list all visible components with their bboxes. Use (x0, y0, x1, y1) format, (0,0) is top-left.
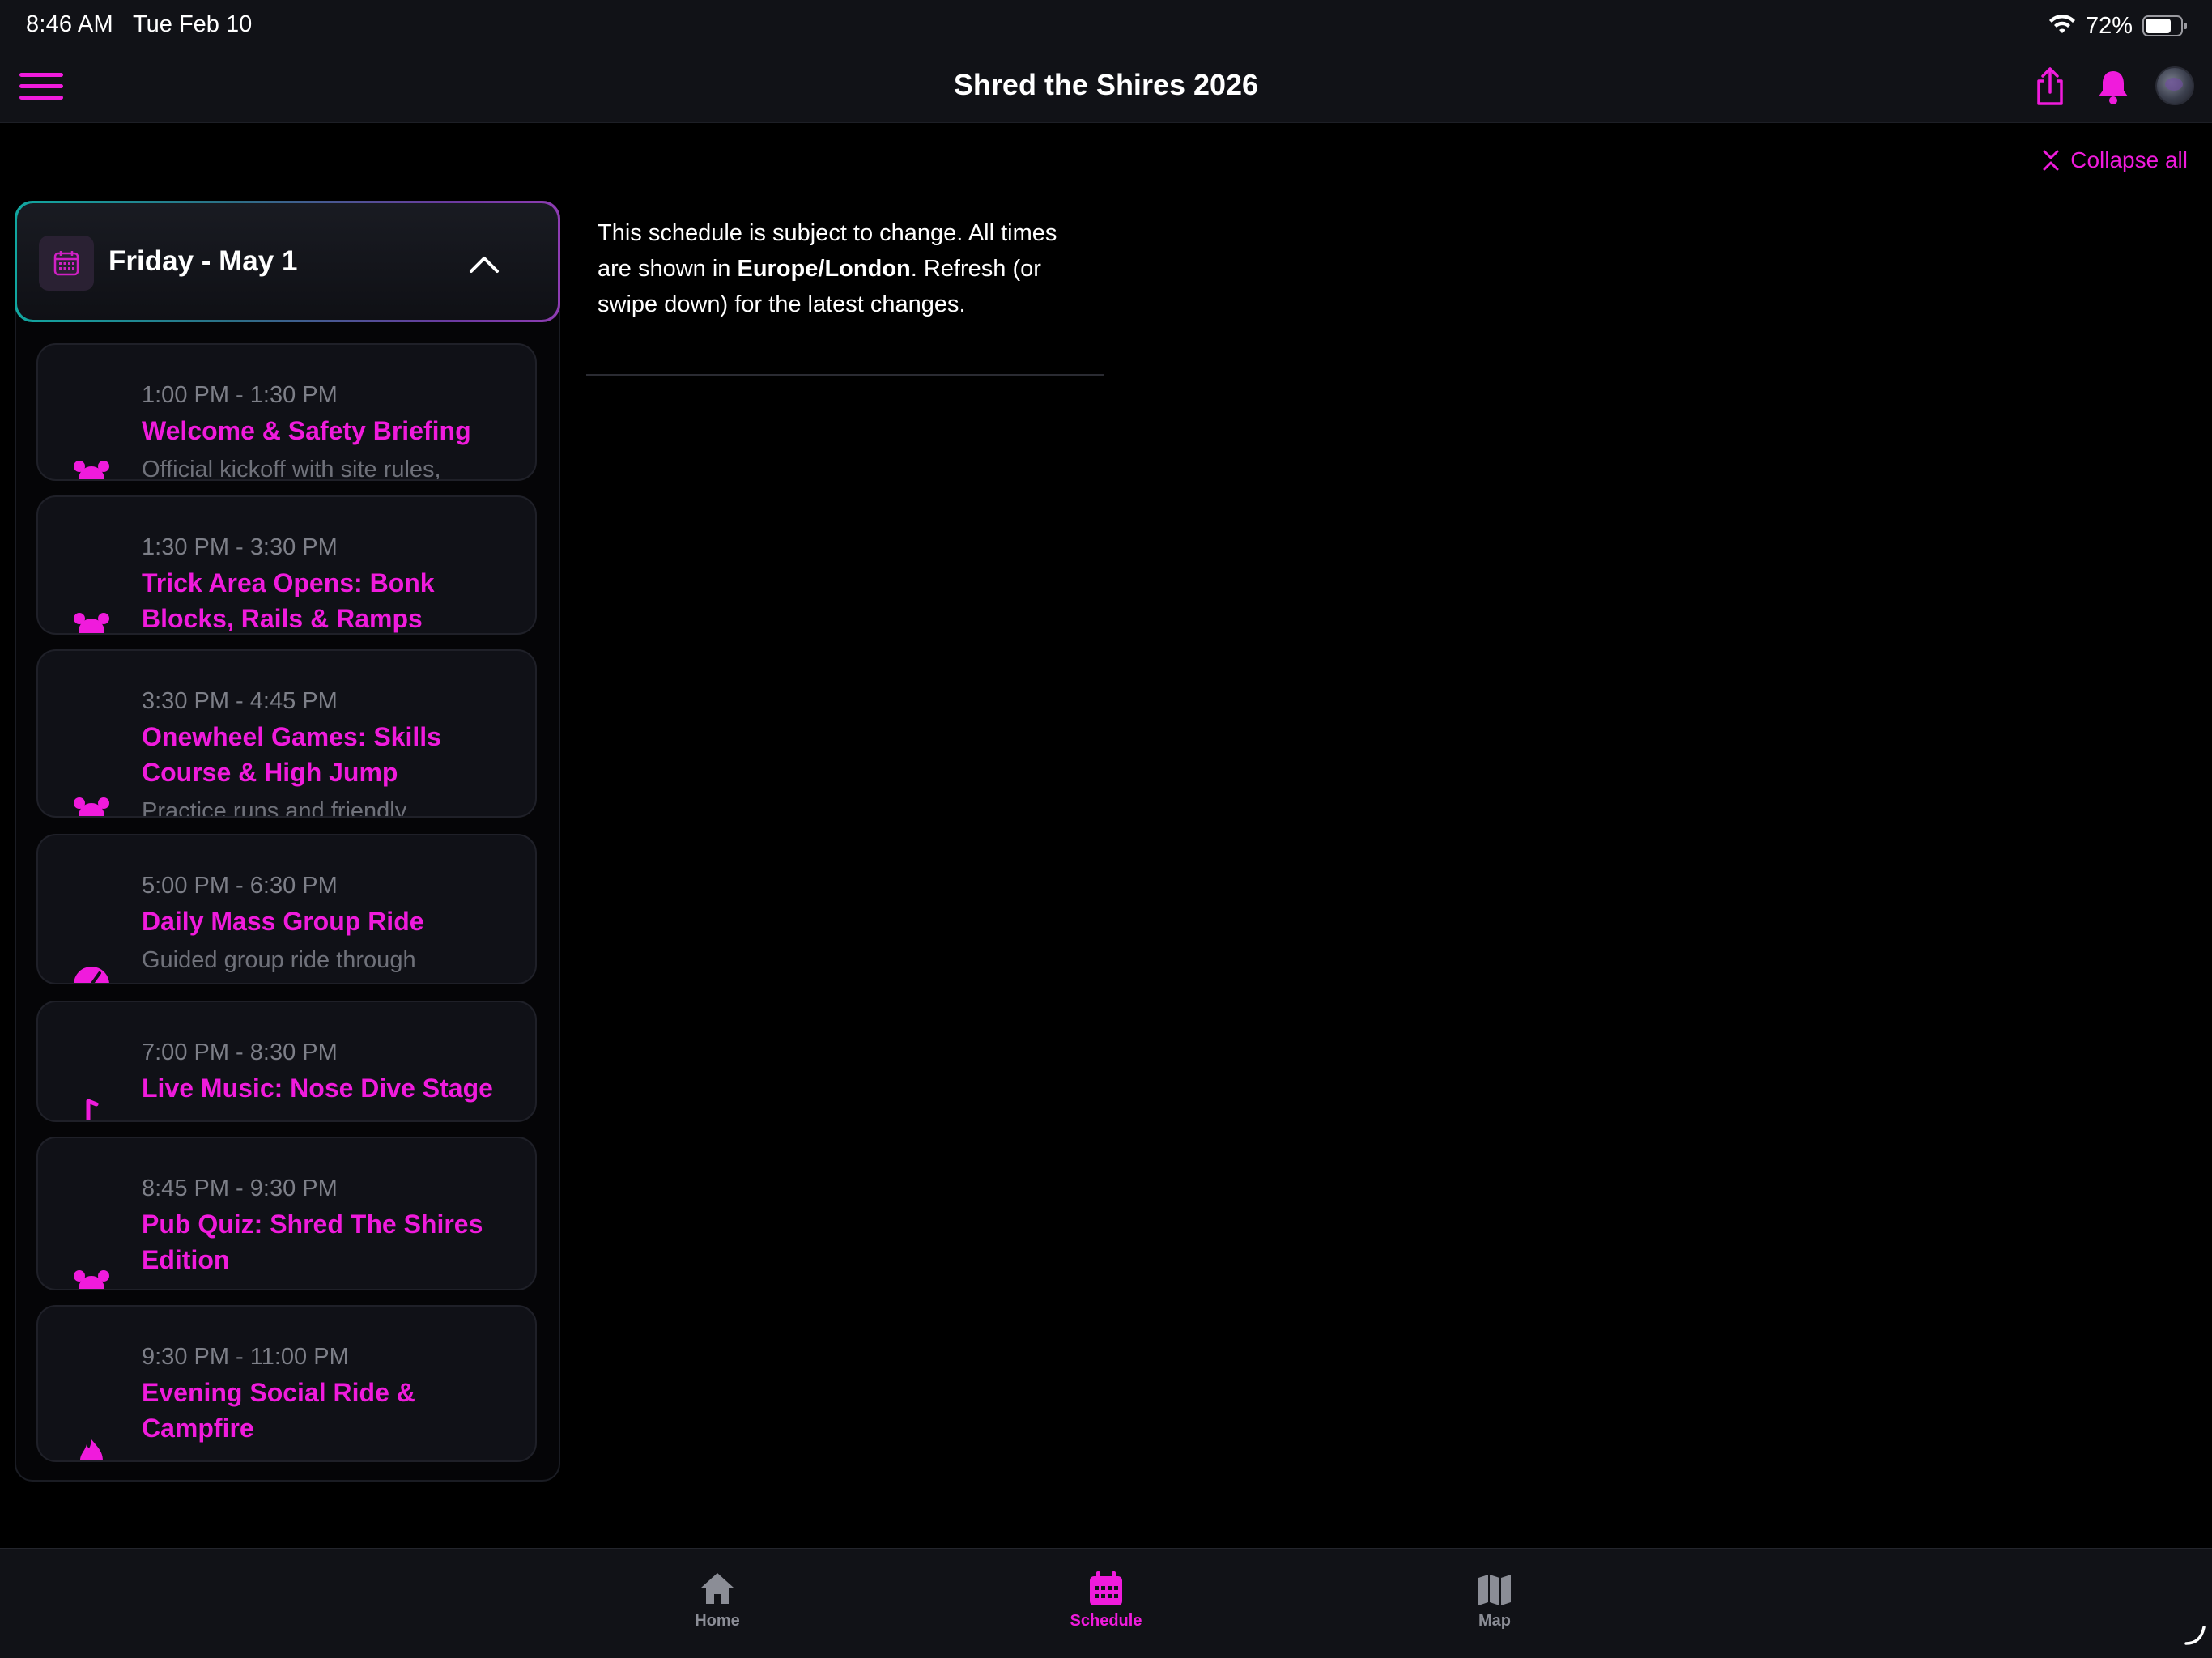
event-card[interactable]: 7:00 PM - 8:30 PM Live Music: Nose Dive … (36, 1001, 537, 1122)
calendar-icon (39, 236, 94, 291)
event-card[interactable]: 3:30 PM - 4:45 PM Onewheel Games: Skills… (36, 649, 537, 818)
event-time: 3:30 PM - 4:45 PM (142, 688, 338, 714)
status-date: Tue Feb 10 (133, 11, 253, 37)
event-time: 9:30 PM - 11:00 PM (142, 1344, 349, 1370)
speedometer-icon (74, 967, 109, 983)
bell-icon[interactable] (2095, 68, 2131, 105)
day-title: Friday - May 1 (108, 245, 298, 277)
event-time: 7:00 PM - 8:30 PM (142, 1039, 338, 1065)
event-card[interactable]: 5:00 PM - 6:30 PM Daily Mass Group Ride … (36, 834, 537, 984)
collapse-all-button[interactable]: Collapse all (2041, 146, 2188, 175)
event-time: 5:00 PM - 6:30 PM (142, 873, 338, 899)
divider (586, 374, 1104, 376)
day-header[interactable]: Friday - May 1 (15, 201, 560, 322)
event-card[interactable]: 9:30 PM - 11:00 PM Evening Social Ride &… (36, 1305, 537, 1462)
fire-icon (80, 1439, 103, 1460)
tab-home[interactable]: Home (653, 1562, 782, 1643)
event-title: Onewheel Games: Skills Course & High Jum… (142, 722, 441, 787)
event-time: 1:30 PM - 3:30 PM (142, 534, 338, 560)
event-title: Pub Quiz: Shred The Shires Edition (142, 1209, 483, 1274)
tab-label: Map (1478, 1612, 1511, 1630)
app-root: 8:46 AM Tue Feb 10 72% Shred the Shires … (0, 0, 2212, 1658)
event-description: Guided group ride through (142, 947, 416, 973)
event-title: Welcome & Safety Briefing (142, 416, 471, 445)
battery-percent: 72% (2085, 12, 2133, 39)
share-icon[interactable] (2032, 66, 2068, 107)
alarm-icon (74, 797, 109, 816)
event-title: Trick Area Opens: Bonk Blocks, Rails & R… (142, 568, 435, 633)
event-card[interactable]: 1:00 PM - 1:30 PM Welcome & Safety Brief… (36, 343, 537, 481)
event-card[interactable]: 1:30 PM - 3:30 PM Trick Area Opens: Bonk… (36, 495, 537, 635)
chevron-up-icon[interactable] (466, 249, 502, 278)
status-time: 8:46 AM (26, 11, 113, 37)
wifi-icon (2048, 15, 2075, 33)
alarm-icon (74, 461, 109, 479)
tab-label: Home (695, 1612, 740, 1630)
collapse-all-label: Collapse all (2070, 147, 2188, 172)
event-time: 8:45 PM - 9:30 PM (142, 1175, 338, 1201)
home-icon (701, 1573, 734, 1604)
status-bar: 8:46 AM Tue Feb 10 72% (0, 0, 2212, 50)
map-icon (1478, 1575, 1511, 1605)
schedule-notice: This schedule is subject to change. All … (598, 215, 1067, 322)
battery-icon (2142, 15, 2187, 36)
event-title: Daily Mass Group Ride (142, 907, 424, 936)
event-card[interactable]: 8:45 PM - 9:30 PM Pub Quiz: Shred The Sh… (36, 1137, 537, 1290)
tab-map[interactable]: Map (1430, 1562, 1559, 1643)
tab-bar: Home Schedule Map (0, 1548, 2212, 1658)
tab-schedule[interactable]: Schedule (1041, 1562, 1171, 1643)
music-note-icon (86, 1099, 99, 1120)
avatar[interactable] (2155, 66, 2194, 105)
nav-bar: Shred the Shires 2026 (0, 50, 2212, 123)
event-title: Evening Social Ride & Campfire (142, 1378, 415, 1443)
tab-label: Schedule (1070, 1612, 1142, 1630)
status-indicators: 72% (2048, 10, 2188, 42)
corner-indicator-icon (2184, 1626, 2206, 1645)
alarm-icon (74, 1270, 109, 1289)
event-title: Live Music: Nose Dive Stage (142, 1073, 493, 1103)
collapse-icon (2043, 150, 2059, 171)
page-title: Shred the Shires 2026 (953, 68, 1259, 101)
calendar-icon (1090, 1571, 1122, 1605)
event-description: Practice runs and friendly (142, 798, 407, 818)
event-description: Official kickoff with site rules, (142, 457, 441, 481)
event-time: 1:00 PM - 1:30 PM (142, 382, 338, 408)
alarm-icon (74, 613, 109, 633)
notice-timezone: Europe/London (737, 256, 911, 282)
